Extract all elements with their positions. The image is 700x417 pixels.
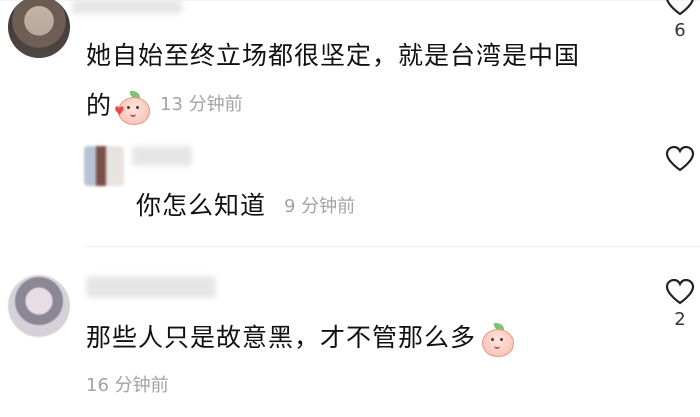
reply-avatar[interactable] [84, 146, 124, 186]
peach-emoji-icon [480, 323, 515, 357]
comment-time: 13 分钟前 [160, 94, 243, 115]
like-button[interactable]: 2 [662, 279, 698, 330]
reply-time: 9 分钟前 [284, 196, 356, 217]
reply-username-blurred[interactable] [132, 146, 192, 166]
heart-outline-icon [666, 0, 694, 16]
heart-outline-icon [665, 146, 695, 172]
comment-text-continued: 的 ♥ [86, 86, 154, 125]
avatar[interactable] [8, 275, 70, 337]
reply-text: 你怎么知道 [136, 191, 267, 220]
like-count: 2 [674, 309, 686, 330]
comment-text: 那些人只是故意黑，才不管那么多 [86, 318, 518, 357]
username-blurred[interactable] [86, 276, 216, 298]
peach-emoji-icon: ♥ [114, 91, 151, 125]
heart-outline-icon [665, 279, 695, 305]
avatar[interactable] [8, 0, 70, 58]
like-count: 6 [674, 20, 686, 41]
comment-divider [86, 246, 700, 247]
like-button[interactable]: 6 [662, 0, 698, 41]
reply-like-button[interactable] [662, 146, 698, 172]
comment-text-tail: 的 [86, 91, 113, 120]
comment-time: 16 分钟前 [86, 375, 169, 396]
comment-text: 她自始至终立场都很坚定，就是台湾是中国 [86, 41, 581, 70]
comment-text-body: 那些人只是故意黑，才不管那么多 [86, 323, 477, 352]
username-blurred[interactable] [72, 0, 182, 14]
